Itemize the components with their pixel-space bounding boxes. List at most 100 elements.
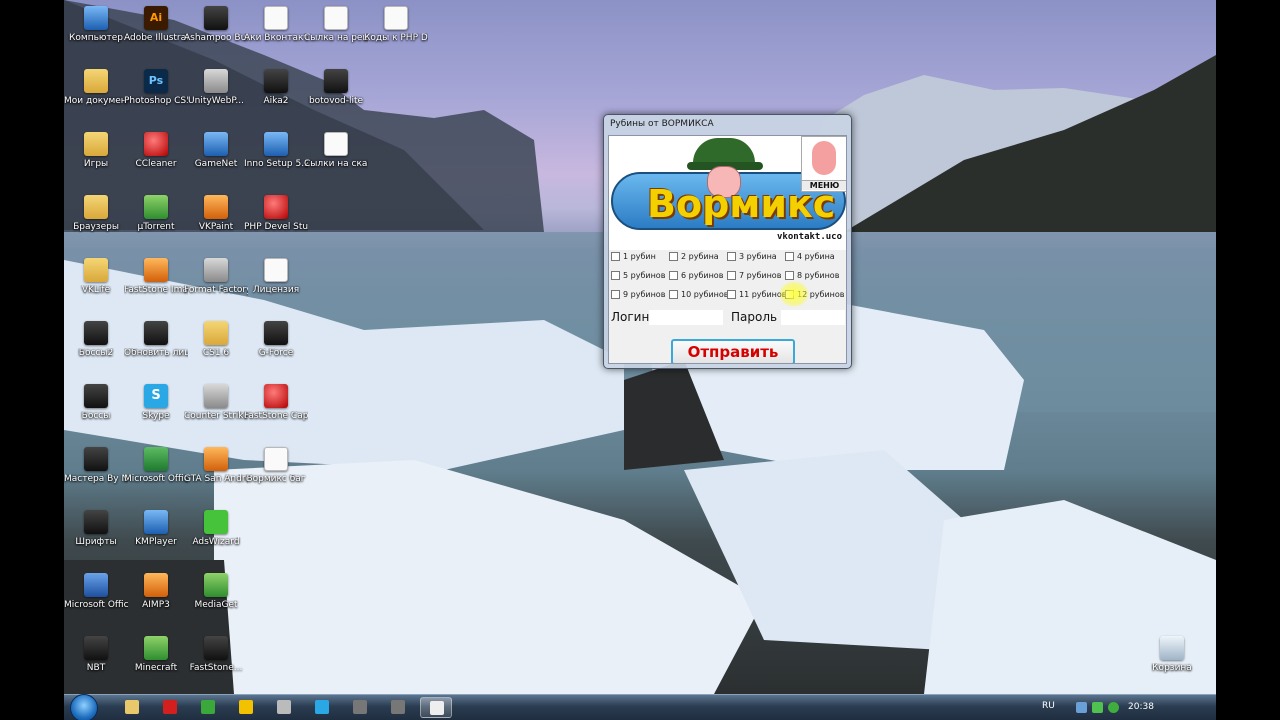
ruby-option-checkbox[interactable] <box>785 252 794 261</box>
desktop-icon-label: Обновить лицензи... <box>124 348 188 358</box>
desktop-icon[interactable]: Microsoft Office Exc... <box>124 441 188 501</box>
desktop-icon[interactable]: VKPaint <box>184 189 248 249</box>
desktop-icon[interactable]: Вормикс баг <box>244 441 308 501</box>
desktop-icon-label: Аки Вконтакте <box>244 33 308 43</box>
ruby-option[interactable]: 9 рубинов <box>611 290 665 304</box>
folder-icon <box>84 132 108 156</box>
desktop-icon[interactable]: FastStone Capture <box>244 378 308 438</box>
ruby-option-checkbox[interactable] <box>785 271 794 280</box>
taskbar-button[interactable] <box>268 697 300 718</box>
desktop-icon[interactable]: MediaGet <box>184 567 248 627</box>
taskbar-button[interactable] <box>420 697 452 718</box>
utorrent-icon <box>144 195 168 219</box>
taskbar-button[interactable] <box>154 697 186 718</box>
desktop-icon[interactable]: AdsWizard <box>184 504 248 564</box>
desktop-icon[interactable]: Aika2 <box>244 63 308 123</box>
desktop-icon[interactable]: Inno Setup 5.2.2 <box>244 126 308 186</box>
desktop-icon-label: Боссы2 <box>78 348 114 358</box>
dialog-title: Рубины от ВОРМИКСА <box>610 119 714 129</box>
ruby-option[interactable]: 7 рубинов <box>727 271 781 285</box>
ruby-option[interactable]: 4 рубина <box>785 252 835 266</box>
ruby-option[interactable]: 10 рубинов <box>669 290 729 304</box>
network-icon[interactable] <box>1076 702 1087 713</box>
desktop-icon[interactable]: Ps Photoshop CS5 <box>124 63 188 123</box>
desktop-icon[interactable]: GTA San Andreas -... <box>184 441 248 501</box>
unity-icon <box>204 69 228 93</box>
desktop-icon[interactable]: botovod-lite <box>304 63 368 123</box>
desktop-icon[interactable]: AIMP3 <box>124 567 188 627</box>
desktop-icon[interactable]: Мастера By Nikurov <box>64 441 128 501</box>
desktop-icon[interactable]: Counter Strike 1.6 <box>184 378 248 438</box>
desktop-icon[interactable]: G-Force <box>244 315 308 375</box>
desktop-icon[interactable]: Корзина <box>1140 630 1204 690</box>
desktop-icon[interactable]: CCleaner <box>124 126 188 186</box>
ruby-option[interactable]: 1 рубин <box>611 252 656 266</box>
desktop-icon[interactable]: Аки Вконтакте <box>244 0 308 60</box>
desktop-icon[interactable]: Ashampoo Burning ... <box>184 0 248 60</box>
desktop-icon-label: Сылка на решебник <box>304 33 368 43</box>
ruby-option[interactable]: 11 рубинов <box>727 290 787 304</box>
ruby-option[interactable]: 2 рубина <box>669 252 719 266</box>
desktop-icon[interactable]: µTorrent <box>124 189 188 249</box>
documents-folder-icon <box>84 69 108 93</box>
banner-sub-text: vkontakt.uco <box>777 232 843 242</box>
desktop-icon[interactable]: Minecraft <box>124 630 188 690</box>
ruby-option[interactable]: 5 рубинов <box>611 271 665 285</box>
desktop-icon[interactable]: S Skype <box>124 378 188 438</box>
ruby-option-checkbox[interactable] <box>669 290 678 299</box>
ruby-option-checkbox[interactable] <box>611 252 620 261</box>
desktop-icon[interactable]: Ai Adobe Illustrat... <box>124 0 188 60</box>
desktop-icon[interactable]: Мои документы <box>64 63 128 123</box>
taskbar-button[interactable] <box>306 697 338 718</box>
desktop-icon[interactable]: Игры <box>64 126 128 186</box>
desktop-icon[interactable]: Лицензия <box>244 252 308 312</box>
ruby-option-checkbox[interactable] <box>727 271 736 280</box>
desktop-icon[interactable]: Шрифты <box>64 504 128 564</box>
taskbar-button[interactable] <box>192 697 224 718</box>
menu-button[interactable]: МЕНЮ <box>801 136 846 192</box>
desktop-icon[interactable]: Боссы2 <box>64 315 128 375</box>
desktop-icon[interactable]: FastStone... <box>184 630 248 690</box>
info-icon[interactable] <box>1108 702 1119 713</box>
desktop-icon[interactable]: KMPlayer <box>124 504 188 564</box>
desktop-icon[interactable]: Браузеры <box>64 189 128 249</box>
desktop-icon[interactable]: Сылки на скачку мо... <box>304 126 368 186</box>
desktop-icon[interactable]: NBT <box>64 630 128 690</box>
login-input[interactable] <box>649 310 723 325</box>
desktop-icon[interactable]: Компьютер <box>64 0 128 60</box>
desktop-icon[interactable]: Обновить лицензи... <box>124 315 188 375</box>
ruby-option[interactable]: 3 рубина <box>727 252 777 266</box>
rubies-dialog-window[interactable]: Рубины от ВОРМИКСА Вормикс vkontakt.uco … <box>603 114 852 369</box>
skype-icon <box>315 700 329 714</box>
desktop-icon[interactable]: Format Factory <box>184 252 248 312</box>
desktop-icon[interactable]: Коды к PHP DevelStudio <box>364 0 428 60</box>
ruby-option-checkbox[interactable] <box>727 290 736 299</box>
start-button[interactable] <box>70 694 98 720</box>
ruby-option-label: 6 рубинов <box>681 271 724 280</box>
desktop-icon[interactable]: FastStone Image Viewer <box>124 252 188 312</box>
clock[interactable]: 20:38 <box>1128 702 1154 712</box>
volume-icon[interactable] <box>1092 702 1103 713</box>
taskbar-button[interactable] <box>382 697 414 718</box>
ruby-option-checkbox[interactable] <box>611 290 620 299</box>
desktop-icon[interactable]: PHP Devel Studio 2.0 <box>244 189 308 249</box>
password-input[interactable] <box>781 310 845 325</box>
ruby-option-checkbox[interactable] <box>669 252 678 261</box>
ruby-option-checkbox[interactable] <box>611 271 620 280</box>
desktop-icon[interactable]: UnityWebP... <box>184 63 248 123</box>
send-button[interactable]: Отправить <box>671 339 795 363</box>
taskbar-button[interactable] <box>344 697 376 718</box>
recycle-bin-icon <box>1160 636 1184 660</box>
desktop-icon[interactable]: CS1.6 <box>184 315 248 375</box>
taskbar-button[interactable] <box>116 697 148 718</box>
desktop-icon[interactable]: Боссы <box>64 378 128 438</box>
desktop-icon[interactable]: VKLife <box>64 252 128 312</box>
desktop-icon[interactable]: GameNet <box>184 126 248 186</box>
taskbar-button[interactable] <box>230 697 262 718</box>
desktop-icon[interactable]: Microsoft Office Wo... <box>64 567 128 627</box>
ruby-option-checkbox[interactable] <box>727 252 736 261</box>
language-indicator[interactable]: RU <box>1042 701 1055 711</box>
ruby-option[interactable]: 6 рубинов <box>669 271 723 285</box>
desktop-icon[interactable]: Сылка на решебник <box>304 0 368 60</box>
ruby-option-checkbox[interactable] <box>669 271 678 280</box>
